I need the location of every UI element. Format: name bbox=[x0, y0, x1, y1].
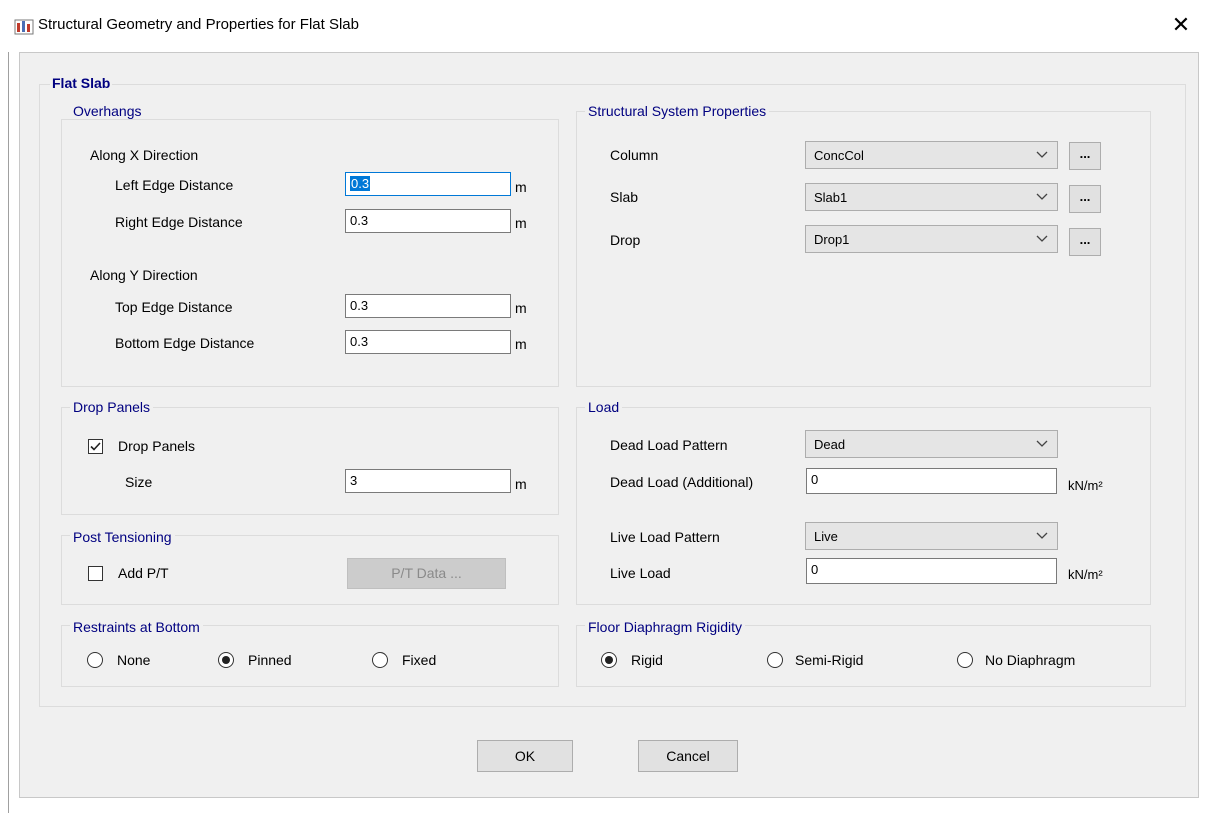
restraints-title: Restraints at Bottom bbox=[70, 619, 203, 635]
along-y-label: Along Y Direction bbox=[90, 267, 198, 283]
restraint-none-label[interactable]: None bbox=[117, 652, 150, 668]
slab-select-value: Slab1 bbox=[814, 190, 848, 205]
pt-data-button[interactable]: P/T Data ... bbox=[347, 558, 506, 589]
post-tensioning-title: Post Tensioning bbox=[70, 529, 175, 545]
slab-label: Slab bbox=[610, 189, 639, 205]
title-bar: Structural Geometry and Properties for F… bbox=[0, 0, 1205, 52]
column-label: Column bbox=[610, 147, 659, 163]
bottom-edge-input[interactable]: 0.3 bbox=[345, 330, 511, 354]
live-pattern-value: Live bbox=[814, 529, 838, 544]
slab-more-button[interactable]: ... bbox=[1069, 185, 1101, 213]
diaphragm-none-label[interactable]: No Diaphragm bbox=[985, 652, 1075, 668]
left-edge-unit: m bbox=[515, 179, 527, 195]
drop-more-button[interactable]: ... bbox=[1069, 228, 1101, 256]
live-load-input[interactable]: 0 bbox=[806, 558, 1057, 584]
drop-panels-checkbox-label[interactable]: Drop Panels bbox=[118, 438, 195, 454]
right-edge-label: Right Edge Distance bbox=[115, 214, 243, 230]
overhangs-title: Overhangs bbox=[70, 103, 145, 119]
left-edge-value: 0.3 bbox=[350, 176, 371, 191]
ok-button[interactable]: OK bbox=[477, 740, 573, 772]
drop-size-input[interactable]: 3 bbox=[345, 469, 511, 493]
window-title: Structural Geometry and Properties for F… bbox=[38, 16, 359, 33]
dead-additional-label: Dead Load (Additional) bbox=[610, 474, 754, 490]
chevron-down-icon bbox=[1036, 235, 1048, 242]
bottom-edge-label: Bottom Edge Distance bbox=[115, 335, 255, 351]
restraint-pinned-radio[interactable] bbox=[218, 652, 234, 668]
live-load-label: Live Load bbox=[610, 565, 671, 581]
drop-size-unit: m bbox=[515, 476, 527, 492]
live-pattern-label: Live Load Pattern bbox=[610, 529, 720, 545]
diaphragm-semirigid-radio[interactable] bbox=[767, 652, 783, 668]
drop-panels-checkbox[interactable] bbox=[88, 439, 103, 454]
top-edge-unit: m bbox=[515, 300, 527, 316]
close-icon[interactable]: ✕ bbox=[1166, 10, 1196, 40]
load-title: Load bbox=[585, 399, 623, 415]
restraint-none-radio[interactable] bbox=[87, 652, 103, 668]
drop-label: Drop bbox=[610, 232, 641, 248]
column-select[interactable]: ConcCol bbox=[805, 141, 1058, 169]
add-pt-checkbox[interactable] bbox=[88, 566, 103, 581]
restraint-fixed-label[interactable]: Fixed bbox=[402, 652, 436, 668]
diaphragm-semirigid-label[interactable]: Semi-Rigid bbox=[795, 652, 863, 668]
along-x-label: Along X Direction bbox=[90, 147, 199, 163]
drop-size-label: Size bbox=[125, 474, 153, 490]
restraint-pinned-label[interactable]: Pinned bbox=[248, 652, 292, 668]
left-edge-input[interactable]: 0.3 bbox=[345, 172, 511, 196]
chevron-down-icon bbox=[1036, 193, 1048, 200]
cancel-button[interactable]: Cancel bbox=[638, 740, 738, 772]
live-pattern-select[interactable]: Live bbox=[805, 522, 1058, 550]
diaphragm-title: Floor Diaphragm Rigidity bbox=[585, 619, 746, 635]
top-edge-input[interactable]: 0.3 bbox=[345, 294, 511, 318]
drop-panels-group bbox=[61, 407, 559, 515]
flat-slab-title: Flat Slab bbox=[50, 75, 113, 91]
column-select-value: ConcCol bbox=[814, 148, 864, 163]
drop-select[interactable]: Drop1 bbox=[805, 225, 1058, 253]
top-edge-label: Top Edge Distance bbox=[115, 299, 233, 315]
chevron-down-icon bbox=[1036, 151, 1048, 158]
app-icon bbox=[14, 19, 34, 35]
diaphragm-rigid-label[interactable]: Rigid bbox=[631, 652, 663, 668]
slab-select[interactable]: Slab1 bbox=[805, 183, 1058, 211]
drop-select-value: Drop1 bbox=[814, 232, 850, 247]
restraint-fixed-radio[interactable] bbox=[372, 652, 388, 668]
right-edge-input[interactable]: 0.3 bbox=[345, 209, 511, 233]
dead-pattern-label: Dead Load Pattern bbox=[610, 437, 728, 453]
left-edge-label: Left Edge Distance bbox=[115, 177, 234, 193]
dead-additional-unit: kN/m² bbox=[1068, 478, 1103, 493]
add-pt-label[interactable]: Add P/T bbox=[118, 565, 169, 581]
live-load-unit: kN/m² bbox=[1068, 567, 1103, 582]
window-border bbox=[8, 52, 9, 813]
dead-additional-input[interactable]: 0 bbox=[806, 468, 1057, 494]
checkmark-icon bbox=[90, 442, 101, 451]
column-more-button[interactable]: ... bbox=[1069, 142, 1101, 170]
drop-panels-title: Drop Panels bbox=[70, 399, 154, 415]
diaphragm-none-radio[interactable] bbox=[957, 652, 973, 668]
chevron-down-icon bbox=[1036, 532, 1048, 539]
bottom-edge-unit: m bbox=[515, 336, 527, 352]
dead-pattern-value: Dead bbox=[814, 437, 846, 452]
dead-pattern-select[interactable]: Dead bbox=[805, 430, 1058, 458]
right-edge-unit: m bbox=[515, 215, 527, 231]
structural-system-title: Structural System Properties bbox=[585, 103, 770, 119]
diaphragm-rigid-radio[interactable] bbox=[601, 652, 617, 668]
chevron-down-icon bbox=[1036, 440, 1048, 447]
